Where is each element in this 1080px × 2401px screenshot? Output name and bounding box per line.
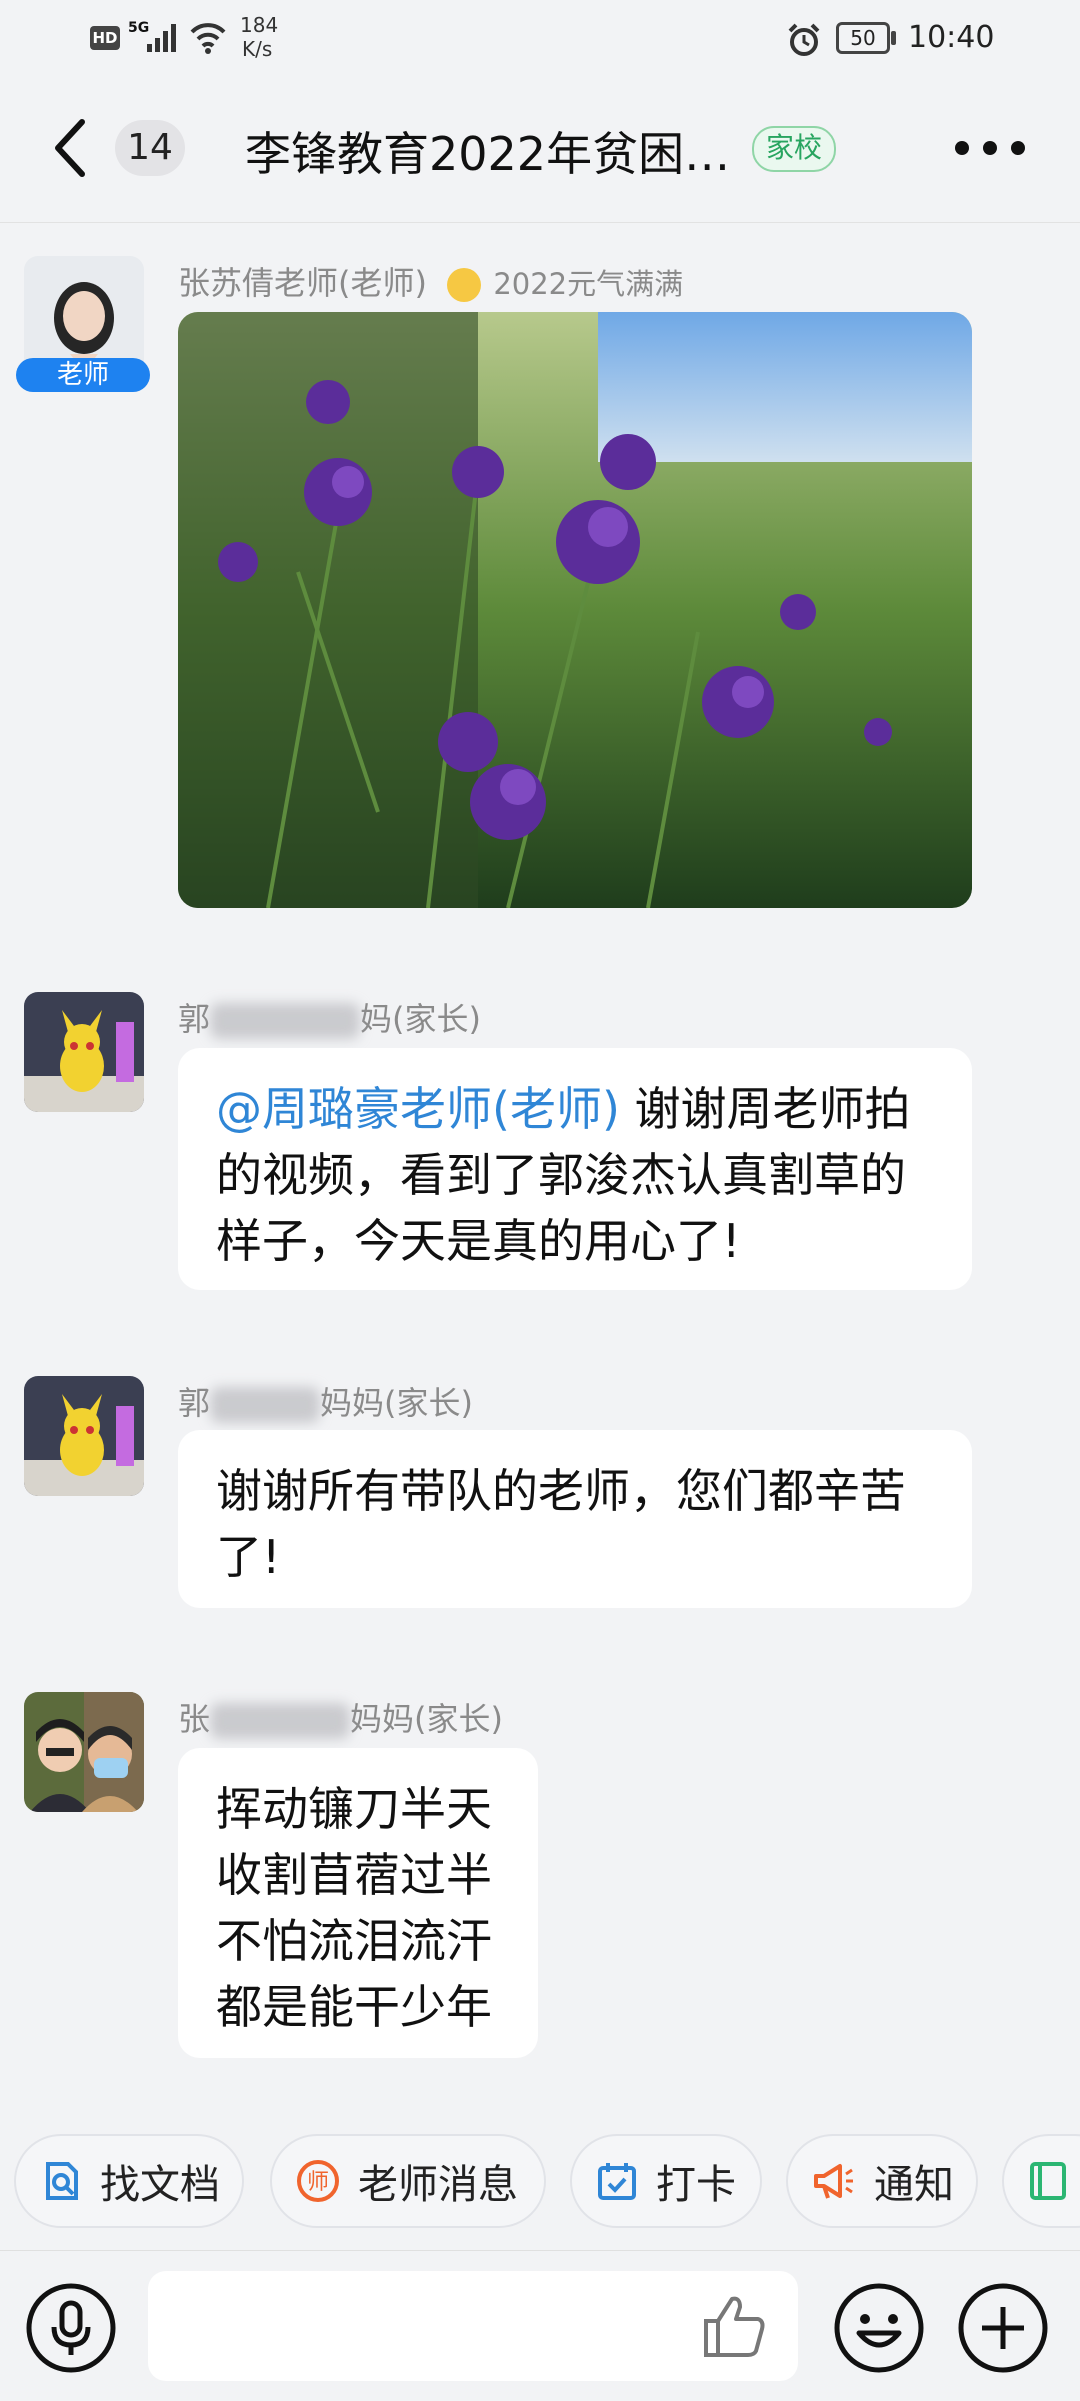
back-arrow-icon[interactable]: [48, 118, 96, 178]
sender-name: 郭妈妈(家长): [178, 1384, 473, 1423]
add-attachment-icon[interactable]: [956, 2281, 1050, 2375]
redacted-name: [210, 1387, 321, 1423]
group-title[interactable]: 李锋教育2022年贫困…: [245, 118, 730, 184]
signal-icon: [147, 24, 176, 52]
avatar-parent-zhang[interactable]: [24, 1692, 144, 1812]
quick-actions-bar: 找文档 师 老师消息 打卡 通知: [0, 2126, 1080, 2236]
doc-search-icon: [46, 2162, 78, 2200]
input-bar: [0, 2250, 1080, 2401]
teacher-icon: 师: [297, 2160, 339, 2202]
more-options-icon[interactable]: [950, 136, 1030, 160]
battery-tip: [891, 31, 896, 45]
shared-photo-alfalfa-field[interactable]: [178, 312, 972, 908]
battery-icon: 50: [836, 22, 890, 54]
voice-input-icon[interactable]: [24, 2281, 118, 2375]
clock: 10:40: [908, 20, 995, 55]
quick-action-check-in[interactable]: 打卡: [570, 2134, 762, 2228]
hd-icon: HD: [90, 26, 120, 50]
group-type-tag: 家校: [752, 126, 837, 172]
mention-link[interactable]: @周璐豪老师(老师): [216, 1082, 620, 1136]
svg-text:师: 师: [307, 2170, 329, 2195]
net-speed-unit: K/s: [242, 37, 273, 61]
quick-action-more-partial[interactable]: [1002, 2134, 1080, 2228]
quick-action-find-docs[interactable]: 找文档: [14, 2134, 244, 2228]
emoji-icon[interactable]: [832, 2281, 926, 2375]
message-bubble[interactable]: 挥动镰刀半天 收割苜蓿过半 不怕流泪流汗 都是能干少年: [178, 1748, 538, 2058]
chat-header: 14 李锋教育2022年贫困… 家校: [0, 78, 1080, 223]
unread-count-badge: 14: [115, 120, 185, 176]
alarm-icon: [788, 23, 820, 56]
avatar-parent-guo[interactable]: [24, 1376, 144, 1496]
sender-name: 张妈妈(家长): [178, 1700, 503, 1739]
status-bar: HD 5G 184 K/s 50 10:40: [0, 0, 1080, 78]
wifi-icon: [190, 23, 226, 54]
hand-wave-icon: [447, 268, 482, 302]
quick-action-notice[interactable]: 通知: [786, 2134, 978, 2228]
notebook-icon: [1030, 2162, 1066, 2200]
teacher-role-label: 老师: [16, 358, 150, 392]
redacted-name: [210, 1003, 361, 1039]
message-bubble[interactable]: 谢谢所有带队的老师，您们都辛苦 了!: [178, 1430, 972, 1608]
quick-action-teacher-messages[interactable]: 师 老师消息: [270, 2134, 546, 2228]
avatar-parent-guo[interactable]: [24, 992, 144, 1112]
sender-name: 张苏倩老师(老师) 2022元气满满: [178, 264, 684, 302]
thumbs-up-icon[interactable]: [700, 2291, 768, 2361]
checkin-calendar-icon: [598, 2163, 636, 2200]
redacted-name: [210, 1703, 351, 1739]
message-bubble[interactable]: @周璐豪老师(老师) 谢谢周老师拍 的视频，看到了郭浚杰认真割草的 样子，今天是…: [178, 1048, 972, 1290]
net-speed-value: 184: [240, 13, 279, 37]
megaphone-icon: [814, 2164, 853, 2199]
sender-name: 郭妈(家长): [178, 1000, 481, 1039]
